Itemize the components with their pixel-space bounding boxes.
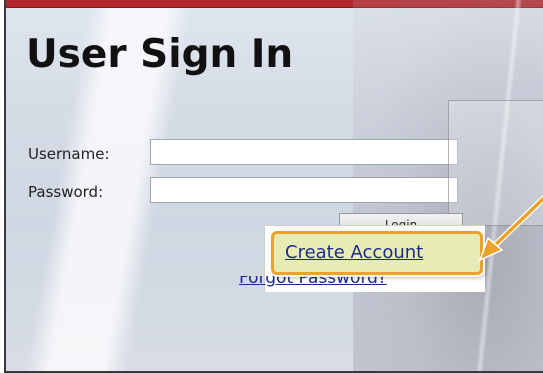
create-account-link[interactable]: Create Account [285, 242, 423, 263]
username-label: Username: [28, 145, 110, 163]
annotation-arrow-icon [478, 195, 543, 262]
page-title: User Sign In [26, 32, 294, 77]
password-label: Password: [28, 183, 104, 201]
username-field[interactable] [150, 139, 458, 165]
password-field[interactable] [150, 177, 458, 203]
sign-in-panel: User Sign In Username: Password: Login F… [4, 0, 543, 373]
